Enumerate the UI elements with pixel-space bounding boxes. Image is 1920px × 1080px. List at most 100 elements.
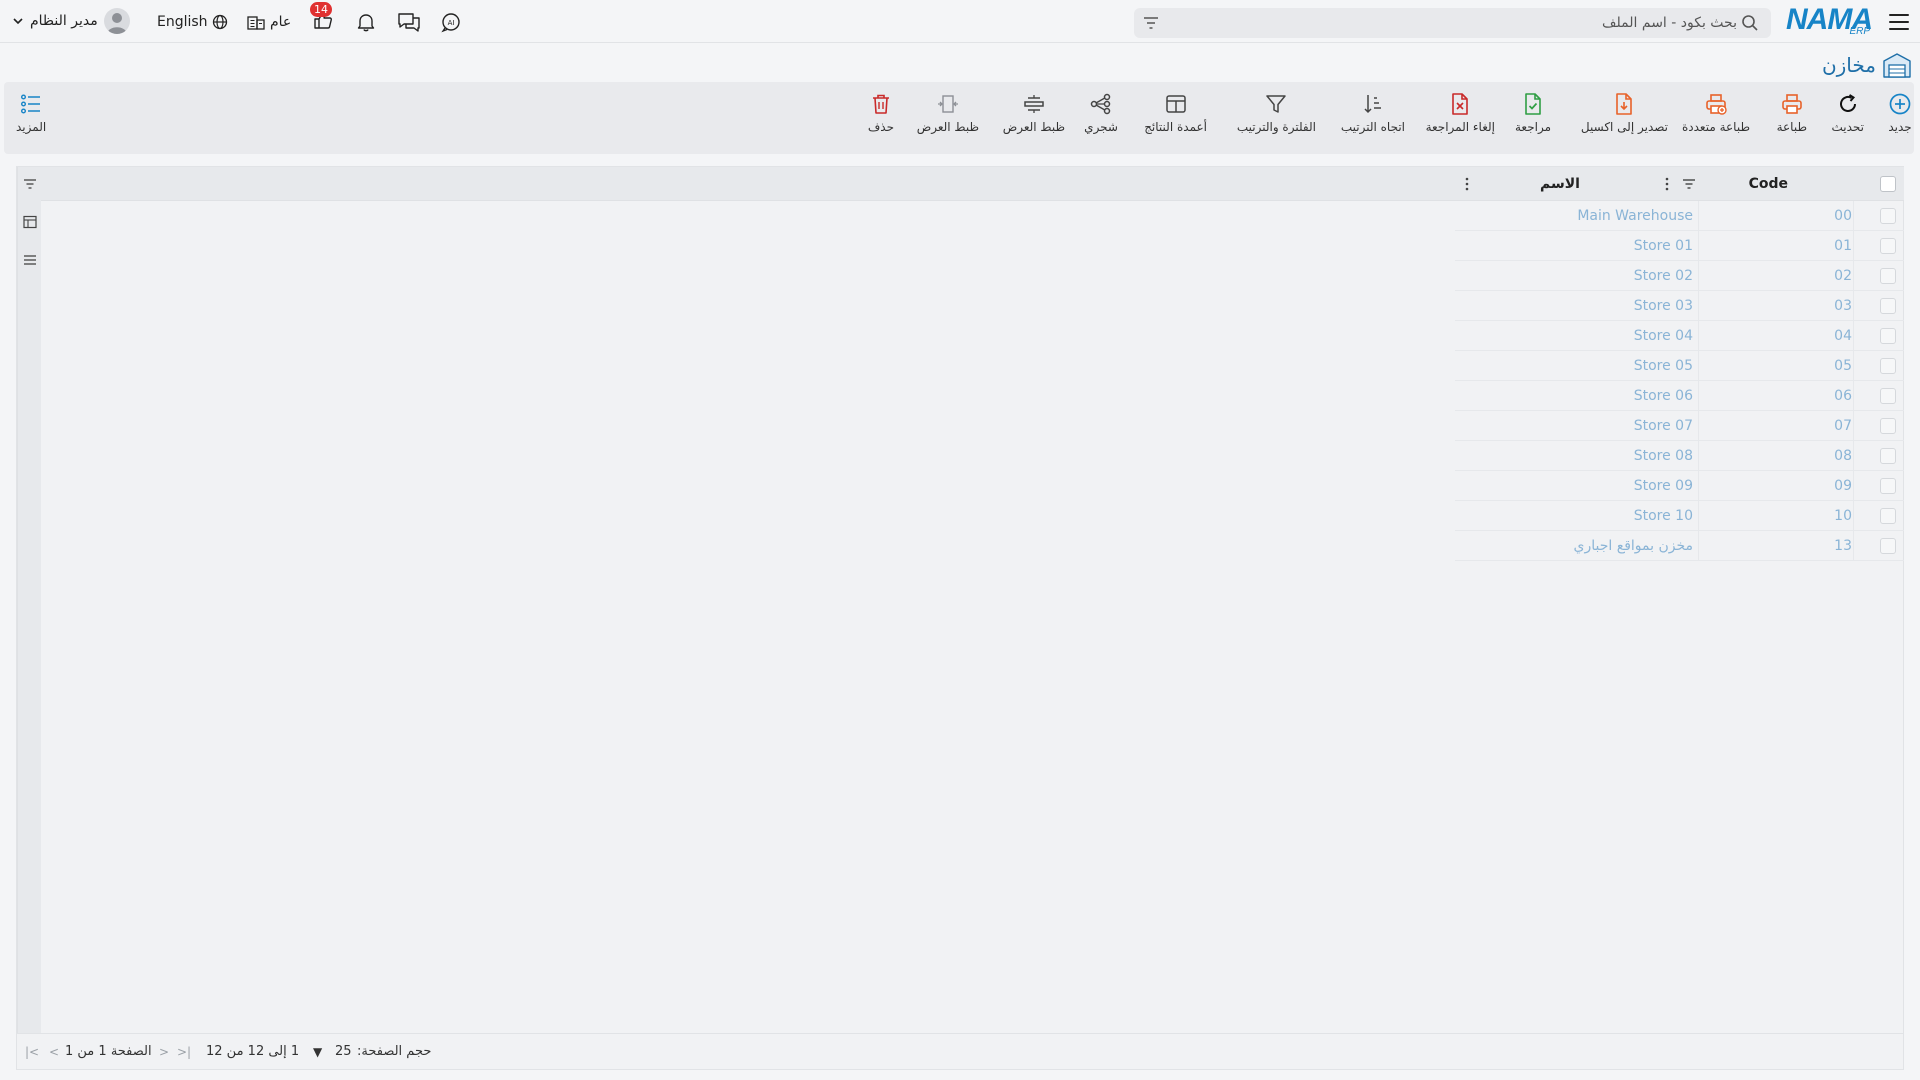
sort-direction-button[interactable]: اتجاه الترتيب xyxy=(1341,92,1405,144)
column-filter-icon[interactable] xyxy=(1681,175,1697,193)
general-menu[interactable]: عام xyxy=(246,9,291,35)
column-menu-icon[interactable] xyxy=(1459,175,1475,193)
last-page-button[interactable]: >| xyxy=(177,1045,191,1059)
row-checkbox[interactable] xyxy=(1880,508,1896,524)
cancel-review-label: إلغاء المراجعة xyxy=(1425,120,1495,134)
multi-printer-icon xyxy=(1706,94,1727,115)
search-input[interactable] xyxy=(1217,11,1737,35)
table-row[interactable]: 05 Store 05 xyxy=(1455,351,1904,381)
table-row[interactable]: 09 Store 09 xyxy=(1455,471,1904,501)
search-icon xyxy=(1742,15,1758,31)
filter-lines-icon[interactable] xyxy=(23,177,37,191)
file-export-icon xyxy=(1616,93,1633,115)
row-checkbox[interactable] xyxy=(1880,208,1896,224)
cell-divider xyxy=(1698,411,1699,441)
select-all-checkbox[interactable] xyxy=(1880,176,1896,192)
cell-name: Store 03 xyxy=(1633,298,1693,314)
table-row[interactable]: 02 Store 02 xyxy=(1455,261,1904,291)
funnel-icon xyxy=(1266,95,1287,113)
table-row[interactable]: 10 Store 10 xyxy=(1455,501,1904,531)
prev-page-button[interactable]: < xyxy=(49,1045,59,1059)
view-adjust-button-1[interactable]: ظبط العرض xyxy=(1003,92,1065,144)
export-excel-button[interactable]: تصدير إلى اكسيل xyxy=(1581,92,1668,144)
thumbs-up-badge: 14 xyxy=(310,2,334,35)
search-box xyxy=(1134,8,1771,38)
page-size-dropdown-icon[interactable]: ▼ xyxy=(313,1045,322,1059)
assistant-button[interactable]: AI xyxy=(440,9,462,35)
next-page-button[interactable]: > xyxy=(159,1045,169,1059)
menu-lines-icon[interactable] xyxy=(23,253,37,267)
review-button[interactable]: مراجعة xyxy=(1515,92,1551,144)
table-row[interactable]: 06 Store 06 xyxy=(1455,381,1904,411)
cell-name: Store 07 xyxy=(1633,418,1693,434)
first-page-button[interactable]: |< xyxy=(25,1045,39,1059)
table-row[interactable]: 07 Store 07 xyxy=(1455,411,1904,441)
language-switch[interactable]: English xyxy=(157,9,228,35)
brand-sub: ERP xyxy=(1849,26,1870,37)
column-header-code[interactable]: Code xyxy=(1749,176,1788,192)
table-row[interactable]: 00 Main Warehouse xyxy=(1455,201,1904,231)
result-columns-label: أعمدة النتائج xyxy=(1144,120,1207,134)
filter-lines-icon[interactable] xyxy=(1142,14,1160,32)
column-menu-icon[interactable] xyxy=(1659,175,1675,193)
table-row[interactable]: 13 مخزن بمواقع اجباري xyxy=(1455,531,1904,561)
new-button[interactable]: جديد xyxy=(1888,92,1912,144)
refresh-button[interactable]: تحديث xyxy=(1831,92,1864,144)
row-checkbox[interactable] xyxy=(1880,388,1896,404)
cell-code: 03 xyxy=(1834,298,1852,314)
cell-divider xyxy=(1698,531,1699,561)
likes-button[interactable]: 14 xyxy=(310,2,334,35)
cell-divider xyxy=(1853,291,1854,321)
print-button[interactable]: طباعة xyxy=(1777,92,1807,144)
table-row[interactable]: 01 Store 01 xyxy=(1455,231,1904,261)
grid-side-panel xyxy=(17,167,41,1033)
table-icon[interactable] xyxy=(23,215,37,229)
row-checkbox[interactable] xyxy=(1880,358,1896,374)
logo[interactable]: NAMA ERP xyxy=(1786,2,1873,40)
cell-code: 09 xyxy=(1834,478,1852,494)
top-bar: NAMA ERP مدير النظام English عام 14 AI xyxy=(0,0,1920,43)
row-checkbox[interactable] xyxy=(1880,418,1896,434)
table-row[interactable]: 04 Store 04 xyxy=(1455,321,1904,351)
row-checkbox[interactable] xyxy=(1880,328,1896,344)
building-icon xyxy=(247,16,265,30)
multi-print-button[interactable]: طباعة متعددة xyxy=(1682,92,1750,144)
cell-divider xyxy=(1853,441,1854,471)
row-checkbox[interactable] xyxy=(1880,478,1896,494)
cell-name: Main Warehouse xyxy=(1577,208,1693,224)
menu-icon[interactable] xyxy=(1886,9,1912,35)
tree-button[interactable]: شجري xyxy=(1084,92,1118,144)
warehouse-icon xyxy=(1883,53,1911,78)
table-row[interactable]: 03 Store 03 xyxy=(1455,291,1904,321)
cell-divider xyxy=(1698,441,1699,471)
plus-circle-icon xyxy=(1889,93,1911,115)
chat-icon xyxy=(398,13,420,32)
row-checkbox[interactable] xyxy=(1880,238,1896,254)
cell-divider xyxy=(1698,231,1699,261)
cell-divider xyxy=(1853,261,1854,291)
table-row[interactable]: 08 Store 08 xyxy=(1455,441,1904,471)
row-checkbox[interactable] xyxy=(1880,448,1896,464)
column-header-name[interactable]: الاسم xyxy=(1540,176,1580,192)
delete-button[interactable]: حذف xyxy=(868,92,894,144)
more-button[interactable]: المزيد xyxy=(16,92,46,134)
messages-button[interactable] xyxy=(397,9,421,35)
printer-icon xyxy=(1781,94,1802,114)
new-label: جديد xyxy=(1888,120,1912,134)
delete-label: حذف xyxy=(867,120,894,134)
row-checkbox[interactable] xyxy=(1880,538,1896,554)
cancel-review-button[interactable]: إلغاء المراجعة xyxy=(1426,92,1495,144)
alerts-button[interactable] xyxy=(355,9,377,35)
cell-divider xyxy=(1853,351,1854,381)
page-size-value[interactable]: 25 xyxy=(335,1044,352,1059)
ai-chat-icon: AI xyxy=(441,13,460,33)
cell-name: Store 10 xyxy=(1633,508,1693,524)
view-adjust-button-2[interactable]: ظبط العرض xyxy=(917,92,979,144)
row-checkbox[interactable] xyxy=(1880,268,1896,284)
cell-name: Store 09 xyxy=(1633,478,1693,494)
user-menu[interactable]: مدير النظام xyxy=(12,8,130,34)
result-columns-button[interactable]: أعمدة النتائج xyxy=(1144,92,1207,144)
row-checkbox[interactable] xyxy=(1880,298,1896,314)
filter-sort-button[interactable]: الفلترة والترتيب xyxy=(1237,92,1316,144)
cell-code: 05 xyxy=(1834,358,1852,374)
